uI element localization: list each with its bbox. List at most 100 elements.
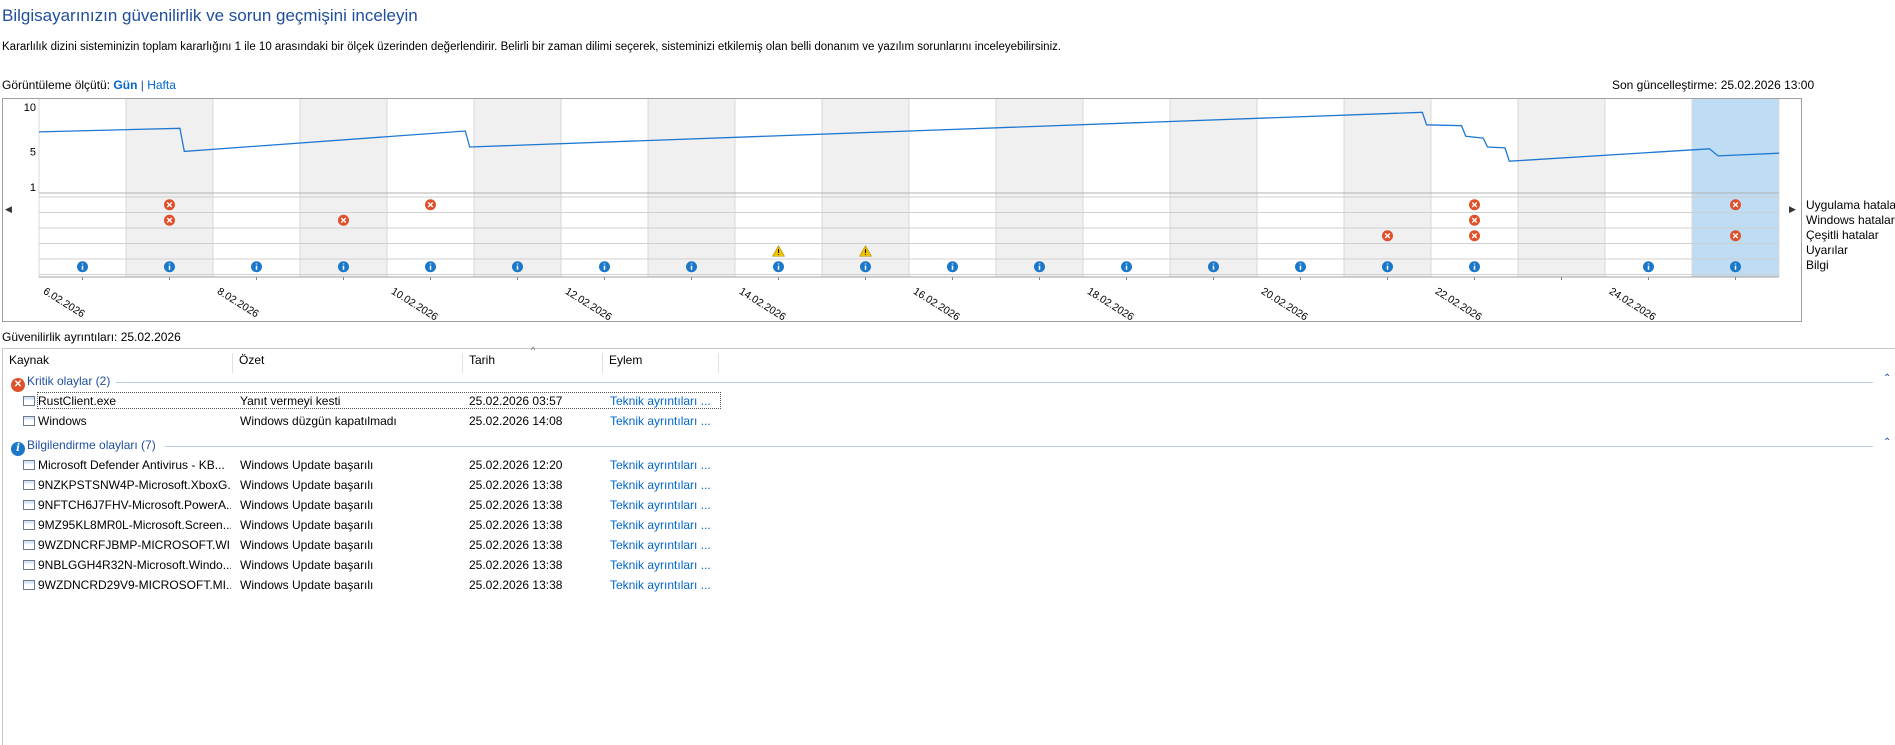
- event-app-icon: [23, 540, 35, 550]
- group-critical-events[interactable]: ✕ Kritik olaylar (2): [11, 374, 111, 392]
- event-summary: Windows Update başarılı: [240, 478, 374, 492]
- details-label: Güvenilirlik ayrıntıları: 25.02.2026: [2, 330, 181, 344]
- event-app-icon: [23, 520, 35, 530]
- event-source: 9WZDNCRFJBMP-MICROSOFT.WI...: [23, 538, 231, 552]
- event-summary: Windows Update başarılı: [240, 518, 374, 532]
- error-icon: ✕: [11, 378, 25, 392]
- technical-details-link[interactable]: Teknik ayrıntıları ...: [610, 518, 720, 532]
- info-icon: i: [11, 442, 25, 456]
- group-divider: [116, 382, 1873, 383]
- x-tick-label: 24.02.2026: [1607, 285, 1658, 321]
- technical-details-link[interactable]: Teknik ayrıntıları ...: [610, 478, 720, 492]
- table-row[interactable]: Windows Windows düzgün kapatılmadı 25.02…: [3, 412, 723, 430]
- day-column: [1344, 99, 1431, 277]
- event-summary: Yanıt vermeyi kesti: [240, 394, 341, 408]
- event-summary: Windows Update başarılı: [240, 458, 374, 472]
- technical-details-link[interactable]: Teknik ayrıntıları ...: [610, 538, 720, 552]
- day-column: [648, 99, 735, 277]
- event-source-text: Windows: [38, 414, 87, 428]
- view-week-link[interactable]: Hafta: [147, 78, 176, 92]
- sort-caret-icon: ^: [531, 345, 536, 355]
- technical-details-link[interactable]: Teknik ayrıntıları ...: [610, 394, 720, 408]
- scroll-left-icon[interactable]: ◀: [5, 204, 12, 215]
- table-row[interactable]: 9NFTCH6J7FHV-Microsoft.PowerA... Windows…: [3, 496, 723, 514]
- table-row[interactable]: 9MZ95KL8MR0L-Microsoft.Screen... Windows…: [3, 516, 723, 534]
- event-app-icon: [23, 396, 35, 406]
- reliability-chart[interactable]: 10 5 1 6.02.2026 8.02.2026 10.02.2026 12.02.20…: [2, 98, 1802, 322]
- y-tick-label: 1: [30, 182, 36, 194]
- table-row[interactable]: 9WZDNCRD29V9-MICROSOFT.MI... Windows Upd…: [3, 576, 723, 594]
- day-column: [1257, 99, 1344, 277]
- event-source-text: 9NBLGGH4R32N-Microsoft.Windo...: [38, 558, 231, 572]
- page-title: Bilgisayarınızın güvenilirlik ve sorun g…: [2, 6, 418, 25]
- event-summary: Windows Update başarılı: [240, 498, 374, 512]
- table-row[interactable]: 9WZDNCRFJBMP-MICROSOFT.WI... Windows Upd…: [3, 536, 723, 554]
- technical-details-link[interactable]: Teknik ayrıntıları ...: [610, 414, 720, 428]
- day-column: [300, 99, 387, 277]
- scroll-right-icon[interactable]: ▶: [1789, 204, 1796, 215]
- event-app-icon: [23, 580, 35, 590]
- column-source[interactable]: Kaynak: [3, 353, 233, 373]
- event-date: 25.02.2026 13:38: [469, 558, 563, 572]
- events-table: Kaynak Özet Tarih Eylem ^ ✕ Kritik olayla…: [2, 345, 1895, 745]
- view-separator: |: [140, 78, 144, 92]
- event-source-text: 9MZ95KL8MR0L-Microsoft.Screen...: [38, 518, 231, 532]
- event-summary: Windows Update başarılı: [240, 538, 374, 552]
- view-day-link[interactable]: Gün: [113, 78, 137, 92]
- reliability-chart-svg[interactable]: 10516.02.2026 8.02.2026 10.02.2026 12.02.20…: [3, 99, 1801, 321]
- view-label: Görüntüleme ölçütü:: [2, 78, 111, 92]
- table-row[interactable]: 9NBLGGH4R32N-Microsoft.Windo... Windows …: [3, 556, 723, 574]
- table-row[interactable]: Microsoft Defender Antivirus - KB... Win…: [3, 456, 723, 474]
- collapse-icon[interactable]: ⌃: [1883, 373, 1891, 384]
- day-column: [213, 99, 300, 277]
- technical-details-link[interactable]: Teknik ayrıntıları ...: [610, 578, 720, 592]
- technical-details-link[interactable]: Teknik ayrıntıları ...: [610, 558, 720, 572]
- column-action[interactable]: Eylem: [603, 353, 719, 373]
- event-source: 9MZ95KL8MR0L-Microsoft.Screen...: [23, 518, 231, 532]
- event-app-icon: [23, 560, 35, 570]
- x-tick-label: 16.02.2026: [911, 285, 962, 321]
- day-column: [1170, 99, 1257, 277]
- event-source-text: 9NZKPSTSNW4P-Microsoft.XboxG...: [38, 478, 231, 492]
- row-label-misc-errors: Çeşitli hatalar: [1806, 228, 1879, 242]
- event-source: 9NZKPSTSNW4P-Microsoft.XboxG...: [23, 478, 231, 492]
- view-selector: Görüntüleme ölçütü: Gün | Hafta: [2, 78, 176, 92]
- table-row[interactable]: 9NZKPSTSNW4P-Microsoft.XboxG... Windows …: [3, 476, 723, 494]
- event-source-text: 9WZDNCRD29V9-MICROSOFT.MI...: [38, 578, 231, 592]
- day-column: [126, 99, 213, 277]
- day-column: [387, 99, 474, 277]
- event-source: 9NFTCH6J7FHV-Microsoft.PowerA...: [23, 498, 231, 512]
- group-divider: [165, 446, 1873, 447]
- event-source-text: 9NFTCH6J7FHV-Microsoft.PowerA...: [38, 498, 231, 512]
- collapse-icon[interactable]: ⌃: [1883, 437, 1891, 448]
- row-label-windows-errors: Windows hataları: [1806, 213, 1895, 227]
- event-app-icon: [23, 416, 35, 426]
- event-source: RustClient.exe: [23, 394, 231, 408]
- event-summary: Windows düzgün kapatılmadı: [240, 414, 397, 428]
- table-row[interactable]: RustClient.exe Yanıt vermeyi kesti 25.02…: [3, 392, 723, 410]
- event-date: 25.02.2026 13:38: [469, 538, 563, 552]
- x-tick-label: 18.02.2026: [1085, 285, 1136, 321]
- event-source: 9NBLGGH4R32N-Microsoft.Windo...: [23, 558, 231, 572]
- x-tick-label: 10.02.2026: [389, 285, 440, 321]
- event-app-icon: [23, 460, 35, 470]
- event-source: 9WZDNCRD29V9-MICROSOFT.MI...: [23, 578, 231, 592]
- row-label-warnings: Uyarılar: [1806, 243, 1849, 257]
- column-summary[interactable]: Özet: [233, 353, 463, 373]
- event-summary: Windows Update başarılı: [240, 578, 374, 592]
- event-source: Windows: [23, 414, 231, 428]
- event-date: 25.02.2026 03:57: [469, 394, 563, 408]
- event-date: 25.02.2026 13:38: [469, 518, 563, 532]
- event-date: 25.02.2026 12:20: [469, 458, 563, 472]
- x-tick-label: 12.02.2026: [563, 285, 614, 321]
- technical-details-link[interactable]: Teknik ayrıntıları ...: [610, 458, 720, 472]
- day-column: [1518, 99, 1605, 277]
- group-critical-title: Kritik olaylar (2): [27, 374, 111, 388]
- day-column: [1605, 99, 1692, 277]
- group-info-events[interactable]: i Bilgilendirme olayları (7): [11, 438, 156, 456]
- technical-details-link[interactable]: Teknik ayrıntıları ...: [610, 498, 720, 512]
- column-date[interactable]: Tarih: [463, 353, 603, 373]
- y-tick-label: 10: [24, 102, 36, 114]
- last-update-text: Son güncelleştirme: 25.02.2026 13:00: [1612, 78, 1815, 92]
- event-date: 25.02.2026 13:38: [469, 478, 563, 492]
